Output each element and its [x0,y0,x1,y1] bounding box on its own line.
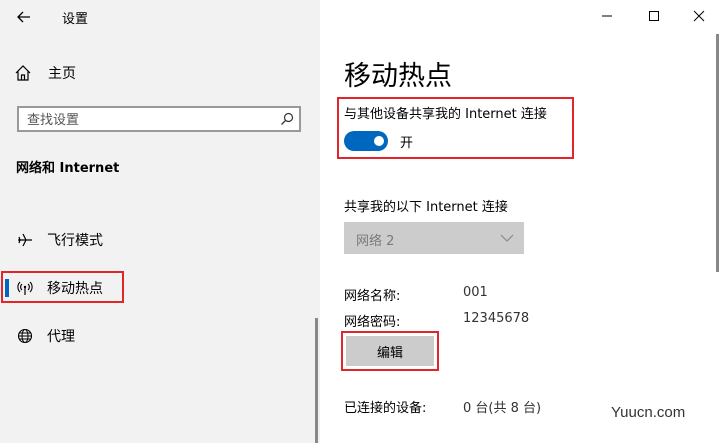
sidebar: 设置 主页 网络和 Internet 飞行模式 移动热点 [0,0,320,443]
maximize-button[interactable] [639,5,669,27]
hotspot-toggle[interactable] [344,131,388,151]
network-password-label: 网络密码: [344,315,401,330]
connection-source-select[interactable]: 网络 2 [344,222,524,254]
active-indicator [5,279,9,297]
section-title: 网络和 Internet [16,161,120,176]
connected-devices-label: 已连接的设备: [344,401,427,416]
sidebar-item-label: 代理 [47,329,75,345]
sidebar-item-home[interactable]: 主页 [14,62,76,84]
back-button[interactable] [12,6,36,28]
back-arrow-icon [17,11,30,23]
toggle-knob [374,136,384,146]
sidebar-item-label: 移动热点 [47,281,103,297]
close-button[interactable] [684,5,714,27]
chevron-down-icon [500,234,514,242]
sidebar-item-airplane-mode[interactable]: 飞行模式 [0,225,318,255]
sidebar-item-mobile-hotspot[interactable]: 移动热点 [0,273,318,303]
watermark-text: Yuucn.com [611,404,686,421]
select-value: 网络 2 [356,234,395,249]
share-connection-label: 与其他设备共享我的 Internet 连接 [344,107,547,122]
maximize-icon [649,11,659,21]
app-title: 设置 [62,12,89,27]
search-icon[interactable] [279,111,295,127]
connection-source-label: 共享我的以下 Internet 连接 [344,200,508,215]
minimize-icon [602,15,612,17]
sidebar-item-label: 飞行模式 [47,233,103,249]
sidebar-item-label: 主页 [48,66,76,82]
network-name-label: 网络名称: [344,289,401,304]
edit-button[interactable]: 编辑 [346,336,434,366]
airplane-icon [18,233,32,247]
close-icon [693,10,705,22]
main-scrollbar[interactable] [716,34,719,272]
search-input[interactable] [27,111,267,129]
page-title: 移动热点 [344,61,452,92]
minimize-button[interactable] [592,5,622,27]
home-icon [15,65,31,81]
network-name-value: 001 [463,285,488,300]
search-box[interactable] [17,106,301,132]
connected-devices-value: 0 台(共 8 台) [463,401,542,416]
sidebar-item-proxy[interactable]: 代理 [0,321,318,351]
network-password-value: 12345678 [463,311,530,326]
globe-icon [17,328,33,344]
sidebar-scrollbar[interactable] [315,318,318,443]
toggle-state-label: 开 [400,136,414,151]
hotspot-icon [17,281,33,295]
